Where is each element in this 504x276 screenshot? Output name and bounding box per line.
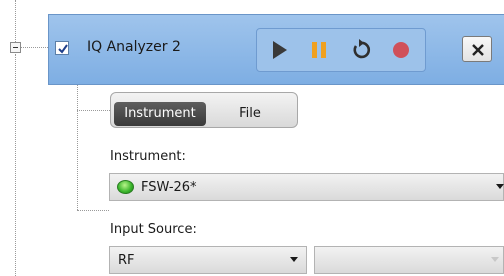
toggle-instrument[interactable]: Instrument: [114, 102, 206, 126]
collapse-expander[interactable]: [10, 42, 21, 53]
input-source-dropdown[interactable]: RF: [109, 246, 307, 274]
tree-guide-line: [77, 110, 110, 111]
record-icon: [393, 42, 409, 58]
input-source-value: RF: [118, 253, 135, 268]
instrument-label: Instrument:: [110, 149, 186, 164]
close-button[interactable]: [462, 36, 492, 62]
chevron-down-icon: [496, 184, 504, 189]
module-title: IQ Analyzer 2: [87, 39, 181, 55]
record-button[interactable]: [389, 38, 413, 62]
instrument-value: FSW-26*: [141, 180, 197, 195]
input-source-label: Input Source:: [110, 222, 197, 237]
tree-guide-line: [77, 210, 109, 211]
tree-guide-line: [21, 47, 48, 48]
playback-toolbar: [256, 28, 426, 72]
chevron-down-icon: [290, 257, 298, 262]
loop-icon: [353, 39, 371, 59]
iq-analyzer-panel: IQ Analyzer 2 Instrument File Instrument…: [0, 0, 504, 276]
tree-guide-line: [77, 85, 78, 210]
tree-guide-line: [15, 54, 16, 276]
pause-icon: [312, 42, 326, 58]
pause-button[interactable]: [307, 38, 331, 62]
enable-checkbox[interactable]: [55, 41, 69, 55]
loop-button[interactable]: [349, 38, 373, 62]
checkmark-icon: [58, 44, 68, 54]
input-channel-dropdown[interactable]: [314, 246, 504, 274]
chevron-down-icon: [491, 257, 499, 262]
play-button[interactable]: [267, 38, 291, 62]
toggle-file[interactable]: File: [206, 102, 294, 126]
close-icon: [472, 44, 484, 56]
instrument-dropdown[interactable]: FSW-26*: [109, 173, 504, 201]
play-icon: [273, 41, 287, 59]
connection-status-icon: [117, 180, 134, 194]
tree-guide-line: [15, 0, 16, 42]
